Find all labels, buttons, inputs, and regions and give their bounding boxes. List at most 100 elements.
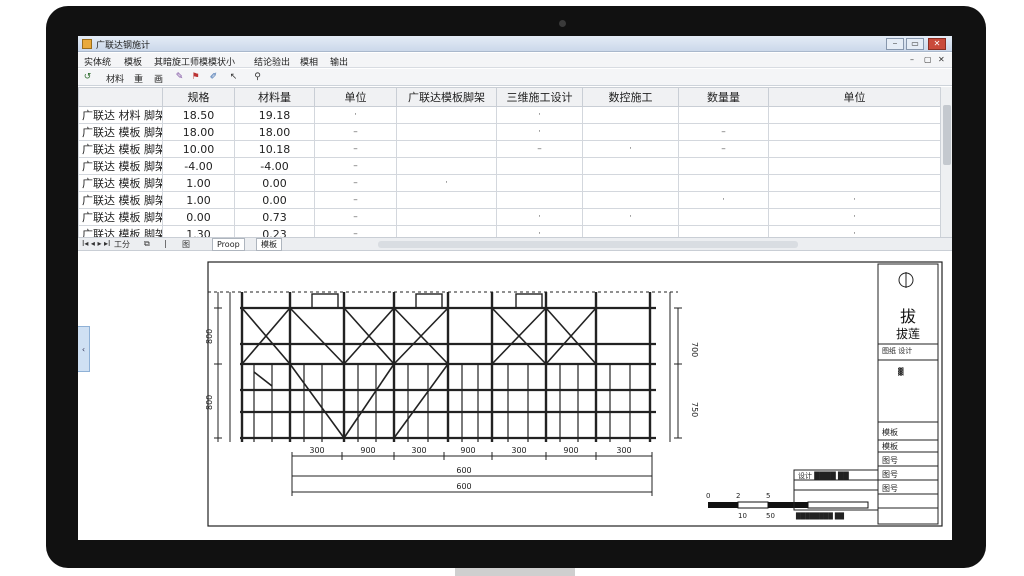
side-panel-toggle[interactable]: ‹ bbox=[78, 326, 90, 372]
toolbar-weight[interactable]: 重 bbox=[134, 72, 143, 85]
close-button[interactable]: ✕ bbox=[928, 38, 946, 50]
table-cell-c4[interactable] bbox=[396, 106, 497, 124]
mdi-minimize-button[interactable]: – bbox=[910, 55, 914, 64]
table-cell-name[interactable]: 广联达 模板 脚架 图 bbox=[78, 157, 163, 175]
table-cell-name[interactable]: 广联达 模板 脚架 bbox=[78, 208, 163, 226]
cursor-icon[interactable]: ↖ bbox=[228, 72, 239, 83]
table-cell-c5[interactable]: – bbox=[496, 140, 583, 158]
table-cell-c6[interactable] bbox=[582, 174, 679, 192]
column-header-material-qty[interactable]: 材料量 bbox=[234, 87, 315, 107]
table-row[interactable]: 广联达 模板 脚架 1.00 0.00– · · bbox=[78, 191, 940, 209]
toolbar-draw[interactable]: 画 bbox=[154, 72, 163, 85]
column-header-3d-design[interactable]: 三维施工设计 bbox=[496, 87, 583, 107]
table-cell-name[interactable]: 广联达 模板 脚架 bbox=[78, 191, 163, 209]
table-cell-spec[interactable]: 18.50 bbox=[162, 106, 235, 124]
sheet-label-parts[interactable]: 工分 bbox=[114, 239, 130, 250]
table-cell-c7[interactable] bbox=[678, 157, 769, 175]
toolbar-materials[interactable]: 材料 bbox=[106, 72, 124, 85]
menu-item-model[interactable]: 模相 bbox=[300, 55, 318, 68]
table-cell-c6[interactable] bbox=[582, 106, 679, 124]
table-cell-c3[interactable]: – bbox=[314, 123, 397, 141]
layer-icon[interactable]: ⧉ bbox=[144, 239, 150, 249]
table-cell-c8[interactable] bbox=[768, 123, 940, 141]
table-cell-c7[interactable] bbox=[678, 208, 769, 226]
table-cell-c3[interactable]: – bbox=[314, 157, 397, 175]
brush-icon[interactable]: ✐ bbox=[208, 72, 219, 83]
table-cell-c6[interactable] bbox=[582, 157, 679, 175]
table-cell-c6[interactable] bbox=[582, 225, 679, 237]
table-row[interactable]: 广联达 模板 脚架 图-4.00-4.00– bbox=[78, 157, 940, 175]
horizontal-scrollbar[interactable] bbox=[378, 241, 798, 248]
table-row[interactable]: 广联达 模板 脚架 1.30 0.23– · · bbox=[78, 225, 940, 237]
table-cell-qty[interactable]: 0.00 bbox=[234, 191, 315, 209]
table-cell-qty[interactable]: 18.00 bbox=[234, 123, 315, 141]
table-cell-spec[interactable]: -4.00 bbox=[162, 157, 235, 175]
open-icon[interactable]: ↺ bbox=[82, 72, 93, 83]
sheet-tab-template[interactable]: 模板 bbox=[256, 238, 282, 251]
table-row[interactable]: 广联达 模板 脚架 1.00 0.00– · bbox=[78, 174, 940, 192]
table-cell-c7[interactable]: – bbox=[678, 140, 769, 158]
table-cell-c5[interactable]: · bbox=[496, 208, 583, 226]
table-cell-spec[interactable]: 18.00 bbox=[162, 123, 235, 141]
table-cell-qty[interactable]: 0.00 bbox=[234, 174, 315, 192]
table-cell-c4[interactable] bbox=[396, 157, 497, 175]
table-cell-spec[interactable]: 1.30 bbox=[162, 225, 235, 237]
search-icon[interactable]: ⚲ bbox=[252, 72, 263, 83]
restore-button[interactable]: ▭ bbox=[906, 38, 924, 50]
column-header-quantity[interactable]: 数量量 bbox=[678, 87, 769, 107]
table-cell-name[interactable]: 广联达 模板 脚架 bbox=[78, 140, 163, 158]
table-cell-c8[interactable] bbox=[768, 157, 940, 175]
table-cell-c8[interactable] bbox=[768, 106, 940, 124]
table-cell-c8[interactable] bbox=[768, 174, 940, 192]
table-cell-c7[interactable]: · bbox=[678, 191, 769, 209]
table-cell-c7[interactable] bbox=[678, 174, 769, 192]
table-cell-name[interactable]: 广联达 模板 脚架 bbox=[78, 225, 163, 237]
table-cell-c3[interactable]: – bbox=[314, 208, 397, 226]
mdi-restore-button[interactable]: ▢ bbox=[924, 55, 932, 64]
menu-item-construction[interactable]: 其暗旋工师模模状小 bbox=[154, 55, 235, 68]
table-cell-c3[interactable]: – bbox=[314, 140, 397, 158]
table-cell-c7[interactable] bbox=[678, 225, 769, 237]
table-cell-spec[interactable]: 0.00 bbox=[162, 208, 235, 226]
table-cell-c4[interactable] bbox=[396, 191, 497, 209]
table-row[interactable]: 广联达 材料 脚架 18.50 19.18 · · bbox=[78, 106, 940, 124]
table-cell-c5[interactable] bbox=[496, 191, 583, 209]
table-cell-spec[interactable]: 10.00 bbox=[162, 140, 235, 158]
drawing-canvas[interactable]: ‹ 800 800 700 750 300 900 300 900 300 90… bbox=[78, 252, 952, 540]
table-cell-c4[interactable] bbox=[396, 208, 497, 226]
table-cell-c5[interactable]: · bbox=[496, 225, 583, 237]
table-cell-qty[interactable]: -4.00 bbox=[234, 157, 315, 175]
table-row[interactable]: 广联达 模板 脚架 0.00 0.73– · · · bbox=[78, 208, 940, 226]
scrollbar-thumb[interactable] bbox=[943, 105, 951, 165]
mdi-close-button[interactable]: ✕ bbox=[938, 55, 945, 64]
table-cell-spec[interactable]: 1.00 bbox=[162, 174, 235, 192]
table-cell-c3[interactable]: – bbox=[314, 225, 397, 237]
column-header-spec[interactable]: 规格 bbox=[162, 87, 235, 107]
table-cell-c8[interactable]: · bbox=[768, 225, 940, 237]
table-cell-c7[interactable]: – bbox=[678, 123, 769, 141]
table-cell-c4[interactable] bbox=[396, 123, 497, 141]
pen-icon[interactable]: ✎ bbox=[174, 72, 185, 83]
table-cell-qty[interactable]: 0.73 bbox=[234, 208, 315, 226]
table-cell-qty[interactable]: 0.23 bbox=[234, 225, 315, 237]
table-cell-c4[interactable] bbox=[396, 140, 497, 158]
table-row[interactable]: 广联达 模板 脚架 18.00 18.00– · – bbox=[78, 123, 940, 141]
vertical-scrollbar[interactable] bbox=[940, 87, 952, 237]
table-cell-c6[interactable] bbox=[582, 123, 679, 141]
table-cell-c7[interactable] bbox=[678, 106, 769, 124]
table-cell-name[interactable]: 广联达 模板 脚架 bbox=[78, 174, 163, 192]
table-cell-qty[interactable]: 10.18 bbox=[234, 140, 315, 158]
table-cell-c8[interactable]: · bbox=[768, 191, 940, 209]
menu-item-output-check[interactable]: 结论验出 bbox=[254, 55, 290, 68]
table-cell-spec[interactable]: 1.00 bbox=[162, 191, 235, 209]
menu-item-template[interactable]: 模板 bbox=[124, 55, 142, 68]
flag-icon[interactable]: ⚑ bbox=[190, 72, 201, 83]
table-cell-c5[interactable]: · bbox=[496, 106, 583, 124]
menu-item-export[interactable]: 输出 bbox=[330, 55, 348, 68]
table-cell-c6[interactable]: · bbox=[582, 208, 679, 226]
table-cell-c8[interactable] bbox=[768, 140, 940, 158]
table-cell-c4[interactable]: · bbox=[396, 174, 497, 192]
column-header-glodon-scaffold[interactable]: 广联达模板脚架 bbox=[396, 87, 497, 107]
table-cell-name[interactable]: 广联达 模板 脚架 bbox=[78, 123, 163, 141]
table-cell-c3[interactable]: · bbox=[314, 106, 397, 124]
